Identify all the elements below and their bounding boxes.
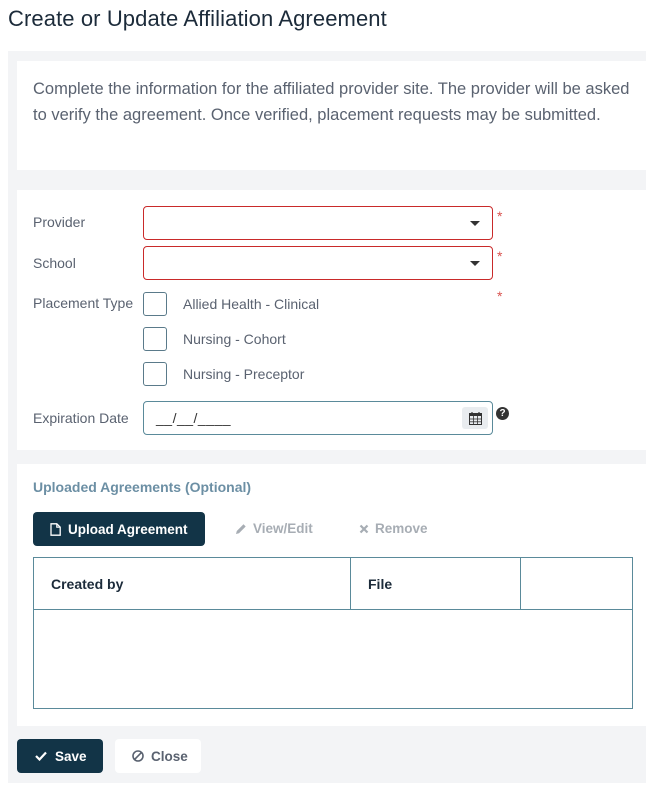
- table-header-row: Created by File: [34, 558, 632, 610]
- calendar-button[interactable]: [462, 407, 488, 429]
- expiration-date-input[interactable]: __/__/____: [143, 401, 493, 435]
- column-header-file[interactable]: File: [351, 558, 520, 609]
- expiration-date-value: __/__/____: [156, 410, 232, 426]
- checkbox-nursing-cohort[interactable]: [143, 327, 167, 351]
- upload-agreement-label: Upload Agreement: [68, 521, 188, 537]
- school-select[interactable]: [143, 246, 493, 280]
- checkbox-allied-health-clinical[interactable]: [143, 292, 167, 316]
- page-title: Create or Update Affiliation Agreement: [8, 6, 387, 31]
- checkbox-label-allied-health-clinical: Allied Health - Clinical: [183, 296, 320, 312]
- view-edit-label: View/Edit: [253, 521, 313, 536]
- agreements-table: Created by File: [33, 557, 633, 709]
- uploaded-agreements-title: Uploaded Agreements (Optional): [33, 479, 252, 495]
- ban-icon: [132, 750, 144, 762]
- chevron-down-icon: [470, 261, 480, 266]
- upload-agreement-button[interactable]: Upload Agreement: [33, 512, 205, 546]
- agreement-form: Provider * School * Placement Type * All…: [17, 190, 646, 450]
- pencil-icon: [235, 523, 247, 535]
- column-header-created-by[interactable]: Created by: [34, 558, 350, 609]
- save-label: Save: [55, 748, 87, 764]
- school-required-mark: *: [497, 248, 503, 264]
- file-icon: [50, 522, 61, 536]
- intro-text: Complete the information for the affilia…: [33, 80, 630, 124]
- remove-label: Remove: [375, 521, 428, 536]
- checkbox-label-nursing-preceptor: Nursing - Preceptor: [183, 366, 305, 382]
- table-body: [34, 610, 632, 708]
- view-edit-button[interactable]: View/Edit: [235, 521, 313, 536]
- column-header-actions: [521, 558, 632, 609]
- intro-card: Complete the information for the affilia…: [17, 61, 646, 170]
- close-button[interactable]: Close: [115, 739, 201, 773]
- provider-select[interactable]: [143, 206, 493, 240]
- close-label: Close: [151, 748, 188, 764]
- remove-button[interactable]: Remove: [359, 521, 428, 536]
- uploaded-agreements-card: Uploaded Agreements (Optional) Upload Ag…: [17, 464, 646, 726]
- expiration-date-label: Expiration Date: [33, 410, 129, 426]
- placement-type-required-mark: *: [497, 288, 503, 304]
- calendar-icon: [468, 411, 482, 425]
- checkbox-nursing-preceptor[interactable]: [143, 362, 167, 386]
- chevron-down-icon: [470, 221, 480, 226]
- save-button[interactable]: Save: [17, 739, 103, 773]
- close-icon: [359, 524, 369, 534]
- placement-type-label: Placement Type: [33, 295, 134, 311]
- school-label: School: [33, 255, 76, 271]
- checkbox-label-nursing-cohort: Nursing - Cohort: [183, 331, 286, 347]
- provider-required-mark: *: [497, 208, 503, 224]
- check-icon: [35, 751, 47, 761]
- provider-label: Provider: [33, 214, 86, 230]
- help-icon[interactable]: ?: [496, 407, 509, 420]
